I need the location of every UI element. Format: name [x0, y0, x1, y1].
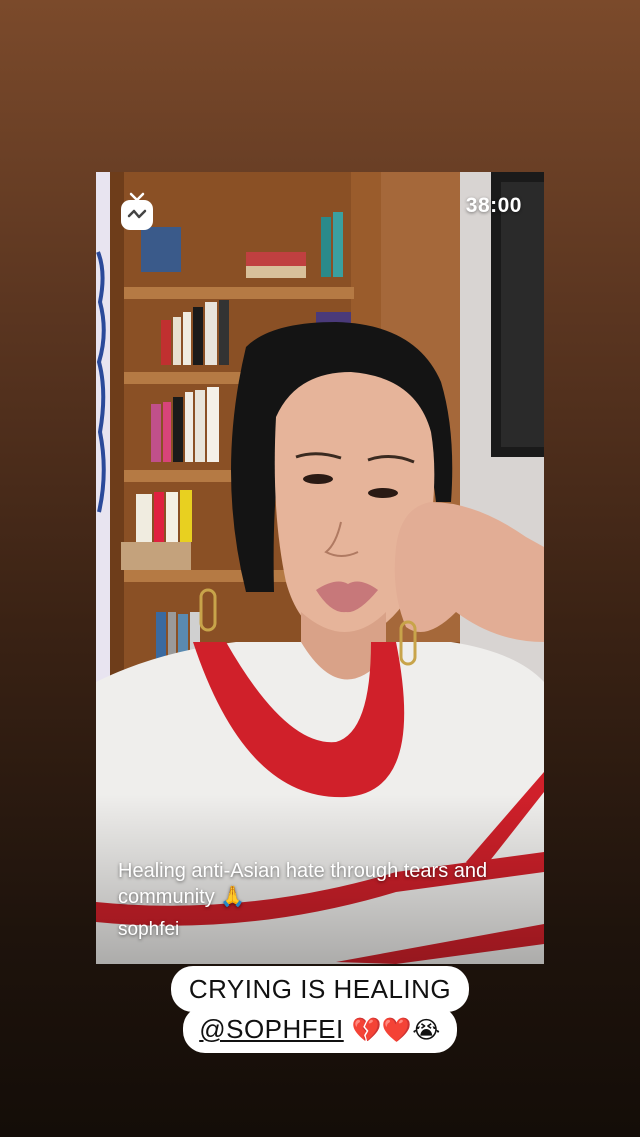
- emoji-group: 💔❤️😭: [351, 1016, 441, 1044]
- video-preview-card[interactable]: 38:00 Healing anti-Asian hate through te…: [96, 172, 544, 964]
- caption-line-2: @SOPHFEI 💔❤️😭: [183, 1006, 457, 1053]
- video-title: Healing anti-Asian hate through tears an…: [118, 860, 488, 908]
- creator-username[interactable]: sophfei: [118, 919, 179, 941]
- story-caption: CRYING IS HEALING @SOPHFEI 💔❤️😭: [0, 966, 640, 1053]
- video-duration: 38:00: [465, 194, 522, 217]
- igtv-icon[interactable]: [120, 192, 154, 232]
- mention-link[interactable]: @SOPHFEI: [199, 1014, 344, 1044]
